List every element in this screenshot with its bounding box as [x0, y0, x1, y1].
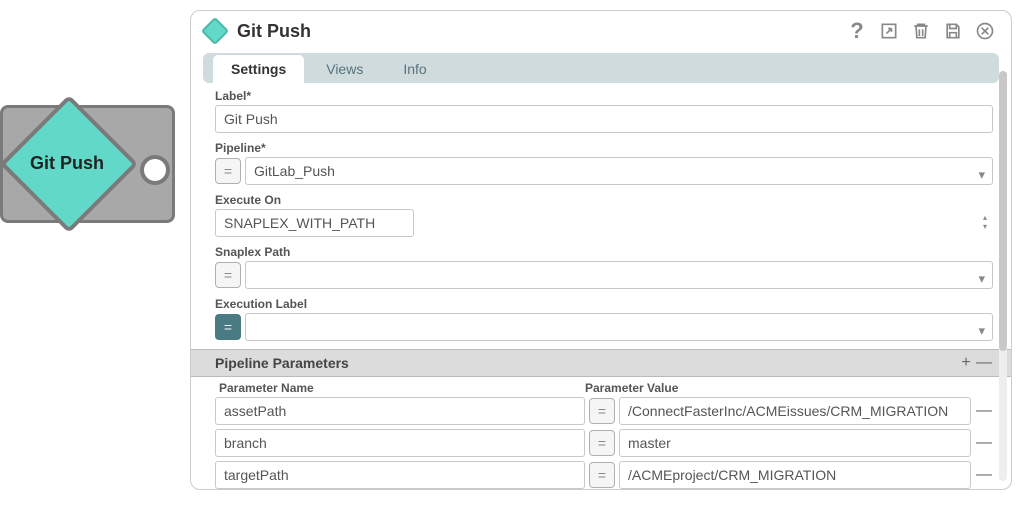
parameter-row: =— — [215, 397, 993, 425]
field-execution-label: Execution Label = ▾ — [215, 297, 993, 341]
parameter-expr-toggle[interactable]: = — [589, 430, 615, 456]
remove-row-button[interactable]: — — [975, 466, 993, 484]
settings-panel: Git Push ? Settings Views Info Label* Pi — [190, 10, 1012, 490]
snaplex-path-label: Snaplex Path — [215, 245, 993, 259]
pipeline-input[interactable] — [245, 157, 993, 185]
snaplex-path-expr-toggle[interactable]: = — [215, 262, 241, 288]
tab-info[interactable]: Info — [385, 55, 444, 83]
spinner-icon[interactable]: ▴ ▾ — [983, 213, 987, 231]
panel-title-icon — [201, 17, 229, 45]
tab-settings[interactable]: Settings — [213, 55, 304, 83]
tab-views[interactable]: Views — [308, 55, 381, 83]
scrollbar-thumb[interactable] — [999, 71, 1007, 351]
panel-title: Git Push — [237, 21, 837, 42]
parameter-row: =— — [215, 429, 993, 457]
parameter-rows: =—=—=—=▾— — [215, 397, 993, 489]
remove-row-button[interactable]: — — [975, 402, 993, 420]
parameter-name-header: Parameter Name — [215, 381, 585, 395]
execute-on-label: Execute On — [215, 193, 993, 207]
snap-connector[interactable] — [140, 155, 170, 185]
execution-label-expr-toggle[interactable]: = — [215, 314, 241, 340]
delete-button[interactable] — [909, 19, 933, 43]
panel-body: Label* Pipeline* = ▾ Execute On — [191, 83, 1011, 489]
tab-bar: Settings Views Info — [203, 53, 999, 83]
parameter-column-headers: Parameter Name Parameter Value — [215, 381, 993, 395]
remove-parameter-button[interactable]: — — [975, 354, 993, 372]
execution-label-input[interactable] — [245, 313, 993, 341]
field-pipeline: Pipeline* = ▾ — [215, 141, 993, 185]
help-button[interactable]: ? — [845, 19, 869, 43]
pipeline-expr-toggle[interactable]: = — [215, 158, 241, 184]
field-snaplex-path: Snaplex Path = ▾ — [215, 245, 993, 289]
label-input[interactable] — [215, 105, 993, 133]
snaplex-path-input[interactable] — [245, 261, 993, 289]
add-parameter-button[interactable]: + — [957, 354, 975, 372]
parameter-name-input[interactable] — [215, 397, 585, 425]
parameter-value-input[interactable] — [619, 429, 971, 457]
panel-header: Git Push ? — [191, 11, 1011, 49]
field-label: Label* — [215, 89, 993, 133]
export-button[interactable] — [877, 19, 901, 43]
parameter-value-input[interactable] — [619, 461, 971, 489]
parameter-name-input[interactable] — [215, 429, 585, 457]
label-label: Label* — [215, 89, 993, 103]
parameter-name-input[interactable] — [215, 461, 585, 489]
field-execute-on: Execute On ▴ ▾ — [215, 193, 993, 237]
pipeline-label: Pipeline* — [215, 141, 993, 155]
parameter-value-header: Parameter Value — [585, 381, 993, 395]
parameter-value-input[interactable] — [619, 397, 971, 425]
save-button[interactable] — [941, 19, 965, 43]
parameter-value-wrap: = — [589, 461, 971, 489]
parameter-value-wrap: = — [589, 397, 971, 425]
parameter-expr-toggle[interactable]: = — [589, 398, 615, 424]
close-button[interactable] — [973, 19, 997, 43]
execute-on-input[interactable] — [215, 209, 414, 237]
pipeline-parameters-title: Pipeline Parameters — [215, 355, 957, 371]
parameter-row: =— — [215, 461, 993, 489]
parameter-expr-toggle[interactable]: = — [589, 462, 615, 488]
scrollbar[interactable] — [999, 71, 1007, 481]
snap-node-label: Git Push — [30, 153, 104, 174]
parameter-value-wrap: = — [589, 429, 971, 457]
execution-label-label: Execution Label — [215, 297, 993, 311]
snap-node[interactable]: Git Push — [0, 105, 175, 223]
pipeline-parameters-header: Pipeline Parameters + — — [191, 349, 1011, 377]
remove-row-button[interactable]: — — [975, 434, 993, 452]
